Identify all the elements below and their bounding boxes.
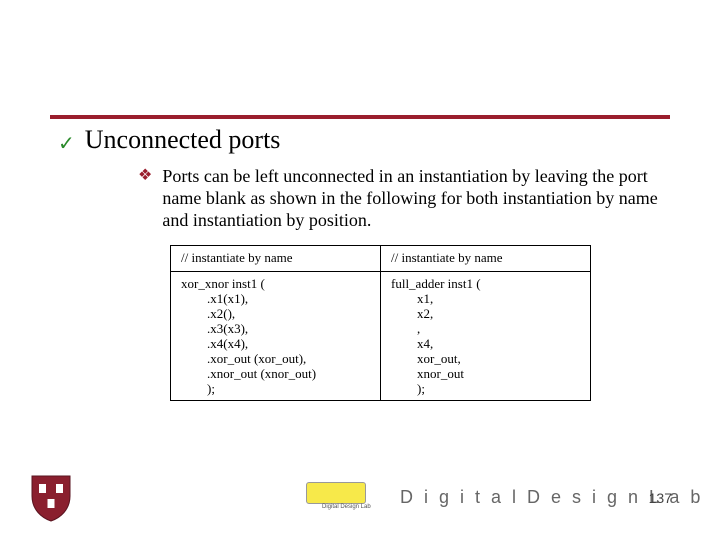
logo-caption: Digital Design Lab bbox=[322, 504, 371, 510]
code-line: .x2(), bbox=[181, 306, 370, 321]
body-text: Ports can be left unconnected in an inst… bbox=[162, 165, 670, 231]
slide: ✓ Unconnected ports ❖ Ports can be left … bbox=[0, 0, 720, 540]
code-line: x2, bbox=[391, 306, 580, 321]
code-line: .x4(x4), bbox=[181, 336, 370, 351]
heading-text: Unconnected ports bbox=[85, 125, 281, 155]
code-line: , bbox=[391, 321, 580, 336]
code-line: xor_xnor inst1 ( bbox=[181, 276, 370, 291]
code-line: ); bbox=[391, 381, 580, 396]
table-row: xor_xnor inst1 ( .x1(x1), .x2(), .x3(x3)… bbox=[171, 272, 591, 401]
chip-icon bbox=[306, 482, 366, 504]
page-number: 137 bbox=[649, 490, 672, 506]
check-icon: ✓ bbox=[58, 134, 75, 154]
crest-icon bbox=[30, 474, 72, 522]
cell-right-code: full_adder inst1 ( x1, x2, , x4, xor_out… bbox=[381, 272, 591, 401]
cell-left-header: // instantiate by name bbox=[171, 246, 381, 272]
heading-row: ✓ Unconnected ports bbox=[58, 125, 670, 155]
code-line: ); bbox=[181, 381, 370, 396]
code-table: // instantiate by name // instantiate by… bbox=[170, 245, 591, 401]
code-line: .xnor_out (xnor_out) bbox=[181, 366, 370, 381]
diamond-icon: ❖ bbox=[138, 165, 152, 231]
code-line: x1, bbox=[391, 291, 580, 306]
lab-logo-icon: Digital Design Lab bbox=[300, 476, 372, 516]
cell-right-header: // instantiate by name bbox=[381, 246, 591, 272]
code-line: x4, bbox=[391, 336, 580, 351]
code-line: xnor_out bbox=[391, 366, 580, 381]
footer: Digital Design Lab D i g i t a l D e s i… bbox=[0, 466, 720, 522]
code-line: .x1(x1), bbox=[181, 291, 370, 306]
cell-left-code: xor_xnor inst1 ( .x1(x1), .x2(), .x3(x3)… bbox=[171, 272, 381, 401]
code-line: full_adder inst1 ( bbox=[391, 276, 580, 291]
code-line: xor_out, bbox=[391, 351, 580, 366]
table-row: // instantiate by name // instantiate by… bbox=[171, 246, 591, 272]
top-rule bbox=[50, 115, 670, 118]
code-line: .xor_out (xor_out), bbox=[181, 351, 370, 366]
body-bullet: ❖ Ports can be left unconnected in an in… bbox=[138, 165, 670, 231]
code-line: .x3(x3), bbox=[181, 321, 370, 336]
